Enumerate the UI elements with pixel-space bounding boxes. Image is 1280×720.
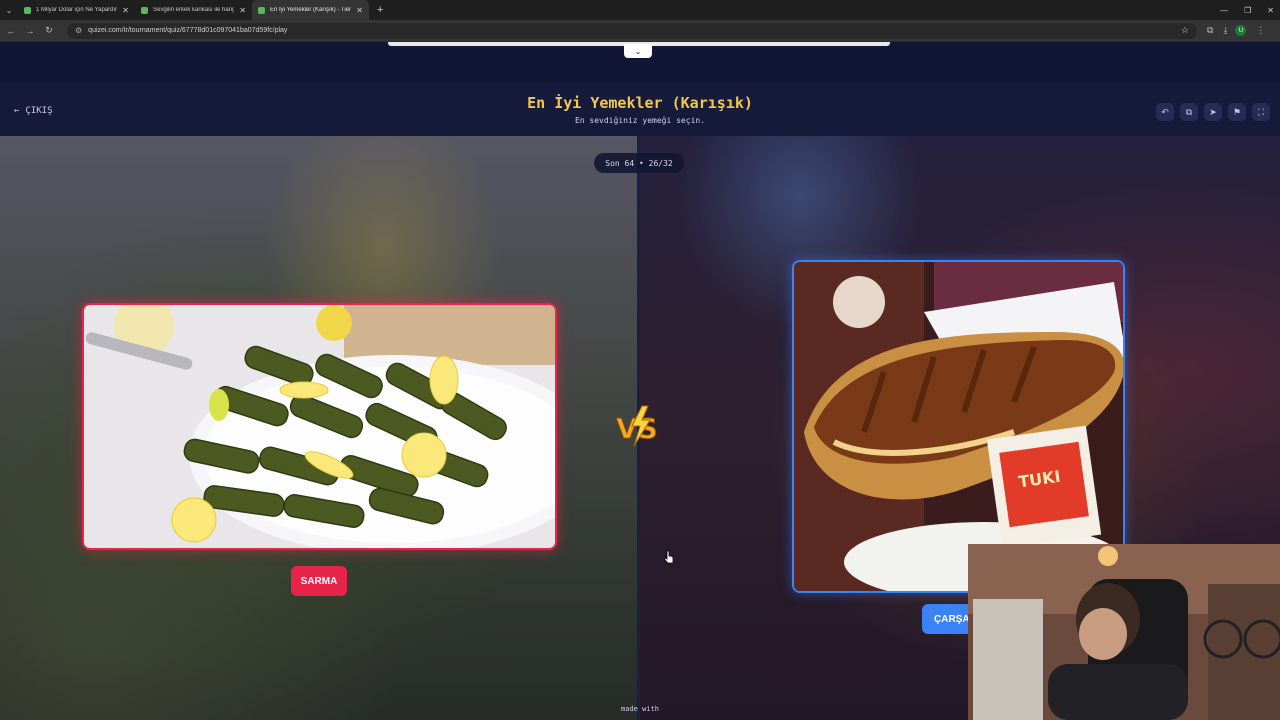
fullscreen-icon[interactable]: ⛶ bbox=[1252, 103, 1270, 121]
maximize-icon[interactable]: ❐ bbox=[1244, 6, 1251, 15]
forward-arrow-icon[interactable]: → bbox=[22, 26, 38, 36]
flag-icon[interactable]: ⚑ bbox=[1228, 103, 1246, 121]
new-tab-plus-icon[interactable]: + bbox=[377, 0, 383, 20]
webcam-overlay bbox=[968, 544, 1280, 720]
reload-icon[interactable]: ↻ bbox=[41, 25, 57, 36]
tab-favicon-icon bbox=[24, 6, 31, 14]
round-badge: Son 64 • 26/32 bbox=[594, 153, 684, 173]
url-text: quizei.com/tr/tournament/quiz/67778d01c0… bbox=[88, 27, 288, 34]
browser-menu-icon[interactable]: ⋮ bbox=[1256, 25, 1265, 36]
download-icon[interactable]: ⤓ bbox=[1223, 25, 1227, 36]
tab-close-icon[interactable]: ✕ bbox=[122, 6, 129, 15]
tab-label: En İyi Yemekler (Karışık) - Tier Li bbox=[270, 7, 352, 13]
tab-close-icon[interactable]: ✕ bbox=[356, 6, 363, 15]
site-info-icon[interactable]: ⚙ bbox=[75, 26, 82, 35]
choose-left-button[interactable]: SARMA bbox=[291, 566, 347, 596]
tab-label: Sevgilin erkek kankası ile hangi bbox=[153, 7, 235, 13]
back-arrow-icon[interactable]: ← bbox=[3, 26, 19, 36]
extensions-icon[interactable]: ⧉ bbox=[1207, 25, 1213, 36]
address-bar: ← → ↻ ⚙ quizei.com/tr/tournament/quiz/67… bbox=[0, 20, 1280, 42]
webcam-feed bbox=[968, 544, 1280, 720]
mouse-pointer-icon bbox=[664, 550, 674, 564]
tab-favicon-icon bbox=[141, 6, 148, 14]
share-icon[interactable]: ⧉ bbox=[1180, 103, 1198, 121]
browser-tab-3[interactable]: En İyi Yemekler (Karışık) - Tier Li ✕ bbox=[252, 0, 369, 20]
page-subtitle: En sevdiğiniz yemeği seçin. bbox=[574, 116, 706, 125]
sarma-photo bbox=[84, 305, 555, 548]
browser-tab-1[interactable]: 1 Milyar Dolar için Ne Yapardın ✕ bbox=[18, 0, 135, 20]
send-icon[interactable]: ➤ bbox=[1204, 103, 1222, 121]
minimize-icon[interactable]: — bbox=[1220, 6, 1228, 15]
tab-search-chevron-icon[interactable]: ⌄ bbox=[0, 0, 18, 20]
undo-icon[interactable]: ↶ bbox=[1156, 103, 1174, 121]
page-title: En İyi Yemekler (Karışık) bbox=[527, 94, 753, 112]
tab-close-icon[interactable]: ✕ bbox=[239, 6, 246, 15]
left-choice-image[interactable] bbox=[82, 303, 557, 550]
bookmark-star-icon[interactable]: ☆ bbox=[1181, 25, 1189, 36]
browser-tab-bar: ⌄ 1 Milyar Dolar için Ne Yapardın ✕ Sevg… bbox=[0, 0, 1280, 20]
window-controls: — ❐ ✕ bbox=[1220, 0, 1274, 20]
close-window-icon[interactable]: ✕ bbox=[1267, 6, 1274, 15]
vs-lightning-icon: VS bbox=[616, 405, 658, 447]
tab-favicon-icon bbox=[258, 6, 265, 14]
url-input[interactable]: ⚙ quizei.com/tr/tournament/quiz/67778d01… bbox=[67, 22, 1197, 39]
tab-label: 1 Milyar Dolar için Ne Yapardın bbox=[36, 7, 118, 13]
browser-tab-2[interactable]: Sevgilin erkek kankası ile hangi ✕ bbox=[135, 0, 252, 20]
header-actions: ↶ ⧉ ➤ ⚑ ⛶ bbox=[1156, 103, 1270, 121]
chevron-down-icon[interactable]: ⌄ bbox=[624, 44, 652, 58]
quiz-header: ← ÇIKIŞ En İyi Yemekler (Karışık) En sev… bbox=[0, 82, 1280, 136]
profile-avatar[interactable]: U bbox=[1235, 25, 1247, 36]
